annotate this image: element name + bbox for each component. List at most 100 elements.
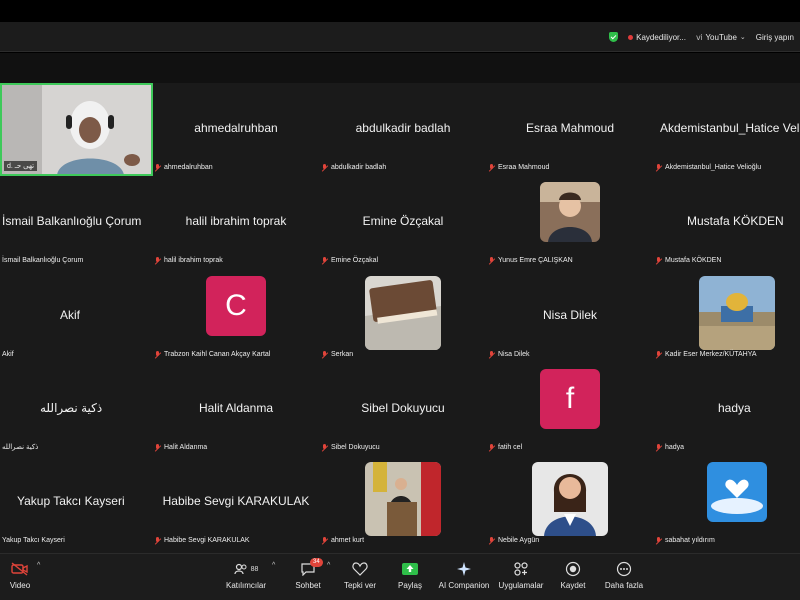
sparkle-icon: [457, 562, 471, 576]
participant-label-text: d. تهى حـ: [7, 163, 35, 170]
mic-muted-icon: [155, 257, 161, 264]
participant-tile[interactable]: Habibe Sevgi KARAKULAK Habibe Sevgi KARAK…: [153, 456, 319, 549]
recording-dot-icon: [628, 34, 634, 40]
participant-label-text: Nebile Aygün: [498, 537, 540, 544]
participant-label-text: fatih cel: [498, 444, 523, 451]
participant-label: halil ibrahim toprak: [155, 257, 223, 264]
video-options-caret[interactable]: ^: [37, 562, 40, 569]
participant-name: Yakup Takcı Kayseri: [17, 494, 125, 508]
participant-name: hadya: [718, 401, 751, 415]
os-strip: [0, 0, 800, 22]
participant-tile[interactable]: Esraa Mahmoud Esraa Mahmoud: [487, 83, 653, 176]
participant-label-text: Esraa Mahmoud: [498, 164, 550, 171]
participant-label-text: Mustafa KÖKDEN: [665, 257, 722, 264]
participant-tile[interactable]: Emine Özçakal Emine Özçakal: [320, 176, 486, 269]
participant-label: Yunus Emre ÇALIŞKAN: [489, 257, 573, 264]
participant-tile[interactable]: ahmedalruhban ahmedalruhban: [153, 83, 319, 176]
encryption-status[interactable]: [609, 32, 619, 42]
participant-tile[interactable]: Serkan: [320, 270, 486, 363]
participant-tile[interactable]: hadya hadya: [654, 363, 800, 456]
participant-label: Habibe Sevgi KARAKULAK: [155, 537, 250, 544]
profile-photo: [540, 182, 600, 242]
participant-label-text: ahmedalruhban: [164, 164, 213, 171]
mic-muted-icon: [656, 444, 662, 451]
participant-name: ذكية نصرالله: [40, 401, 103, 415]
participant-name: Habibe Sevgi KARAKULAK: [162, 494, 310, 508]
mic-muted-icon: [322, 164, 328, 171]
participant-tile[interactable]: sabahat yıldırım: [654, 456, 800, 549]
participant-label-text: ahmet kurt: [331, 537, 365, 544]
mic-muted-icon: [322, 351, 328, 358]
participant-tile[interactable]: İsmail Balkanlıoğlu Çorum İsmail Balkanlı…: [0, 176, 166, 269]
signin-link[interactable]: Giriş yapın: [756, 33, 794, 42]
participant-tile[interactable]: Akdemistanbul_Hatice Velioğlu Akdemistanb…: [654, 83, 800, 176]
participants-options-caret[interactable]: ^: [272, 562, 275, 569]
mic-muted-icon: [656, 351, 662, 358]
participant-label: ahmet kurt: [322, 537, 364, 544]
mic-muted-icon: [489, 257, 495, 264]
ai-companion-button[interactable]: AI Companion: [434, 560, 494, 590]
participant-tile[interactable]: ahmet kurt: [320, 456, 486, 549]
participant-tile[interactable]: abdulkadir badlah abdulkadir badlah: [320, 83, 486, 176]
mic-muted-icon: [489, 164, 495, 171]
participant-tile[interactable]: Akif Akif: [0, 270, 166, 363]
participant-tile[interactable]: halil ibrahim toprak halil ibrahim toprak: [153, 176, 319, 269]
participant-label: Nisa Dilek: [489, 351, 530, 358]
participant-label: Akdemistanbul_Hatice Velioğlu: [656, 164, 761, 171]
participant-name: Akif: [60, 308, 81, 322]
participants-button[interactable]: 88 Katılımcılar: [216, 560, 276, 590]
participant-tile[interactable]: Sibel Dokuyucu Sibel Dokuyucu: [320, 363, 486, 456]
share-button[interactable]: Paylaş: [380, 560, 440, 590]
mic-muted-icon: [155, 164, 161, 171]
participant-label-text: Halit Aldanma: [164, 444, 208, 451]
mic-muted-icon: [656, 537, 662, 544]
participant-tile[interactable]: Yakup Takcı Kayseri Yakup Takcı Kayseri: [0, 456, 166, 549]
participant-label-text: Yakup Takcı Kayseri: [2, 537, 65, 544]
participant-tile[interactable]: Nebile Aygün: [487, 456, 653, 549]
chat-unread-badge: 34: [310, 558, 323, 567]
participants-label: Katılımcılar: [225, 581, 266, 590]
more-button[interactable]: Daha fazla: [594, 560, 654, 590]
participant-name: Halit Aldanma: [198, 401, 274, 415]
participant-tile[interactable]: f fatih cel: [487, 363, 653, 456]
shield-icon: [609, 32, 619, 42]
participant-tile[interactable]: Kadir Eser Merkez/KÜTAHYA: [654, 270, 800, 363]
participant-tile[interactable]: Yunus Emre ÇALIŞKAN: [487, 176, 653, 269]
participant-label: Sibel Dokuyucu: [322, 444, 380, 451]
participant-tile[interactable]: d. تهى حـ: [0, 83, 153, 176]
participant-label: d. تهى حـ: [4, 161, 38, 171]
participant-label-text: Emine Özçakal: [331, 257, 379, 264]
share-label: Paylaş: [397, 581, 422, 590]
participant-tile[interactable]: Nisa Dilek Nisa Dilek: [487, 270, 653, 363]
participant-tile[interactable]: C Trabzon Kaihl Canan Akçay Kartal: [153, 270, 319, 363]
gallery-grid: d. تهى حـ ahmedalruhban ahmedalruhban abdul…: [0, 83, 800, 553]
participant-label: İsmail Balkanlıoğlu Çorum: [2, 257, 83, 264]
mic-muted-icon: [322, 537, 328, 544]
recording-indicator[interactable]: Kaydediliyor...: [628, 33, 686, 42]
livestream-menu[interactable]: ⅵ YouTube ⌄: [696, 33, 746, 42]
participant-label: Yakup Takcı Kayseri: [2, 537, 65, 544]
apps-button[interactable]: Uygulamalar: [491, 560, 551, 590]
avatar-initial: f: [540, 369, 600, 429]
chat-label: Sohbet: [295, 581, 321, 590]
youtube-label: YouTube: [705, 32, 737, 42]
participant-label-text: hadya: [665, 444, 685, 451]
participant-tile[interactable]: Halit Aldanma Halit Aldanma: [153, 363, 319, 456]
participant-label-text: sabahat yıldırım: [665, 537, 715, 544]
more-label: Daha fazla: [604, 581, 644, 590]
video-button[interactable]: Video: [0, 560, 50, 590]
participant-tile[interactable]: ذكية نصرالله ذكية نصرالله: [0, 363, 166, 456]
video-off-icon: [11, 562, 28, 576]
participant-label-text: Serkan: [331, 351, 354, 358]
mic-muted-icon: [322, 257, 328, 264]
participant-label: Serkan: [322, 351, 353, 358]
broadcast-icon: ⅵ: [695, 32, 703, 42]
participant-label: Kadir Eser Merkez/KÜTAHYA: [656, 351, 757, 358]
secondary-strip: [0, 53, 800, 83]
participant-label: hadya: [656, 444, 684, 451]
participant-label-text: Sibel Dokuyucu: [331, 444, 380, 451]
ai-companion-label: AI Companion: [438, 581, 490, 590]
participant-label-text: Trabzon Kaihl Canan Akçay Kartal: [164, 351, 271, 358]
mic-muted-icon: [656, 164, 662, 171]
participant-tile[interactable]: Mustafa KÖKDEN Mustafa KÖKDEN: [654, 176, 800, 269]
